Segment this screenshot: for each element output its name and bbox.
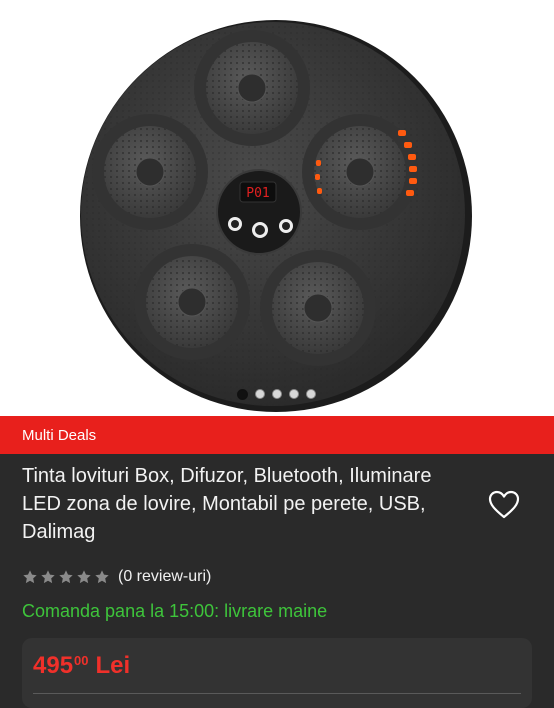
price: 495 00 Lei bbox=[33, 652, 130, 680]
favorite-button[interactable] bbox=[488, 490, 520, 520]
product-image: P01 bbox=[80, 20, 472, 412]
pad-left bbox=[92, 114, 208, 230]
heart-icon bbox=[488, 490, 520, 519]
gallery-dot[interactable] bbox=[255, 389, 265, 399]
led-display-text: P01 bbox=[246, 186, 269, 201]
star-icon bbox=[77, 570, 91, 584]
product-image-gallery[interactable]: P01 bbox=[0, 0, 554, 416]
price-integer: 495 bbox=[33, 652, 74, 679]
divider bbox=[33, 693, 521, 694]
pad-bottom-right bbox=[260, 250, 376, 366]
gallery-dot[interactable] bbox=[272, 389, 282, 399]
star-icon bbox=[95, 570, 109, 584]
pad-right bbox=[302, 114, 418, 230]
star-icon bbox=[59, 570, 73, 584]
pad-top bbox=[194, 30, 310, 146]
delivery-info: Comanda pana la 15:00: livrare maine bbox=[22, 601, 328, 621]
pad-bottom-left bbox=[134, 244, 250, 360]
reviews-count-link[interactable]: (0 review-uri) bbox=[118, 568, 211, 586]
product-title: Tinta lovituri Box, Difuzor, Bluetooth, … bbox=[22, 465, 432, 543]
deals-badge-bar[interactable]: Multi Deals bbox=[0, 416, 554, 454]
price-card: 495 00 Lei bbox=[22, 638, 532, 708]
deals-badge-label: Multi Deals bbox=[22, 426, 97, 444]
price-currency: Lei bbox=[95, 652, 131, 679]
control-hub: P01 bbox=[216, 169, 302, 255]
price-decimals: 00 bbox=[74, 653, 89, 668]
gallery-dot[interactable] bbox=[306, 389, 316, 399]
rating-stars bbox=[22, 569, 110, 585]
star-icon bbox=[41, 570, 55, 584]
gallery-dot[interactable] bbox=[237, 389, 248, 400]
star-icon bbox=[23, 570, 37, 584]
gallery-dot[interactable] bbox=[289, 389, 299, 399]
product-title-block: Tinta lovituri Box, Difuzor, Bluetooth, … bbox=[22, 462, 472, 546]
gallery-pagination bbox=[0, 389, 554, 403]
rating-row[interactable]: (0 review-uri) bbox=[22, 566, 211, 588]
